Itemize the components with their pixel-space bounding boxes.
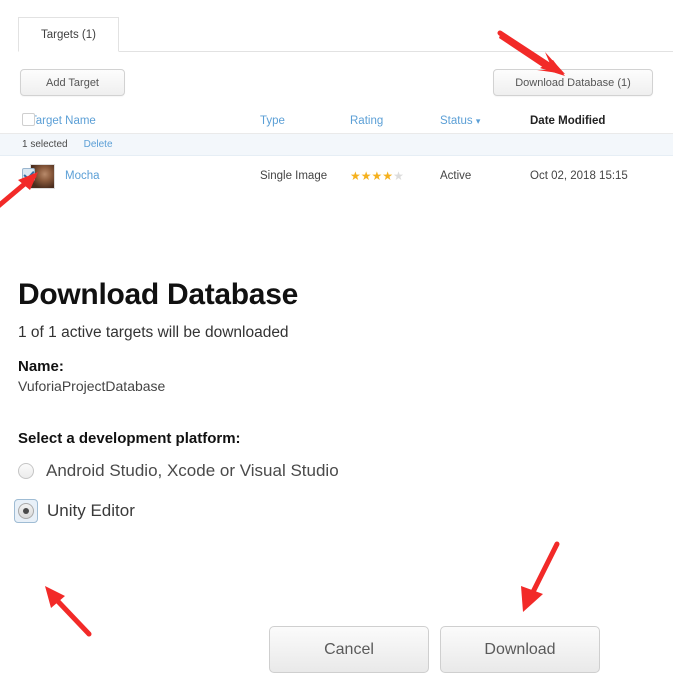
radio-unity-icon[interactable]	[18, 503, 34, 519]
add-target-button[interactable]: Add Target	[20, 69, 125, 96]
active-targets-summary: 1 of 1 active targets will be downloaded	[18, 324, 289, 341]
download-database-panel: Download Database 1 of 1 active targets …	[14, 278, 658, 541]
download-database-label: Download Database (1)	[515, 76, 631, 89]
rating-stars: ★★★★★	[350, 169, 404, 183]
star-filled-icon: ★	[350, 168, 361, 183]
select-all-checkbox[interactable]	[22, 112, 35, 126]
radio-native-label: Android Studio, Xcode or Visual Studio	[46, 461, 339, 480]
download-label: Download	[484, 640, 556, 658]
table-row[interactable]: Mocha Single Image ★★★★★ Active Oct 02, …	[0, 156, 673, 196]
radio-option-unity[interactable]: Unity Editor	[14, 499, 658, 523]
delete-selected-link[interactable]: Delete	[84, 139, 113, 150]
tab-targets[interactable]: Targets (1)	[18, 17, 119, 52]
selection-action-bar: 1 selected Delete	[0, 134, 673, 156]
radio-unity-label: Unity Editor	[47, 501, 135, 520]
tab-targets-label: Targets (1)	[41, 28, 96, 41]
select-all-cell[interactable]	[0, 112, 35, 129]
arrow-to-download-button	[521, 541, 560, 612]
radio-option-native[interactable]: Android Studio, Xcode or Visual Studio	[18, 461, 658, 481]
cancel-label: Cancel	[324, 640, 374, 658]
chevron-down-icon: ▾	[475, 115, 481, 126]
cancel-button[interactable]: Cancel	[269, 626, 429, 673]
column-header-status[interactable]: Status ▾	[440, 115, 530, 127]
cell-type: Single Image	[260, 170, 328, 182]
radio-unity-focus-ring[interactable]	[14, 499, 38, 523]
targets-table: Target Name Type Rating Status ▾ Date Mo…	[0, 108, 673, 196]
tab-bar: Targets (1)	[0, 17, 673, 52]
target-name-link[interactable]: Mocha	[65, 170, 100, 182]
page-title: Download Database	[18, 278, 298, 311]
page-root: Targets (1) Add Target Download Database…	[0, 0, 673, 694]
column-header-target-name[interactable]: Target Name	[30, 115, 260, 127]
column-header-date-modified[interactable]: Date Modified	[530, 115, 660, 127]
star-empty-icon: ★	[393, 168, 404, 183]
star-filled-icon: ★	[382, 168, 394, 183]
row-select-cell[interactable]	[0, 168, 35, 184]
table-header-row: Target Name Type Rating Status ▾ Date Mo…	[0, 108, 673, 134]
cell-status: Active	[440, 170, 472, 182]
database-name-value: VuforiaProjectDatabase	[18, 378, 166, 394]
cell-rating: ★★★★★	[350, 170, 440, 183]
column-header-rating[interactable]: Rating	[350, 115, 440, 127]
cell-date-modified: Oct 02, 2018 15:15	[530, 170, 628, 182]
selected-count-label: 1 selected	[22, 139, 68, 150]
column-header-type[interactable]: Type	[260, 115, 350, 127]
column-header-status-label: Status	[440, 114, 473, 127]
database-name-label: Name:	[18, 358, 64, 375]
radio-native-icon[interactable]	[18, 463, 34, 479]
row-checkbox[interactable]	[22, 168, 35, 181]
download-database-button[interactable]: Download Database (1)	[493, 69, 653, 96]
star-filled-icon: ★	[360, 168, 372, 183]
platform-section-label: Select a development platform:	[18, 430, 241, 447]
star-filled-icon: ★	[371, 168, 383, 183]
cell-target-name: Mocha	[30, 163, 260, 189]
add-target-label: Add Target	[45, 76, 99, 89]
download-button[interactable]: Download	[440, 626, 600, 673]
dialog-footer: Cancel Download	[0, 626, 673, 674]
